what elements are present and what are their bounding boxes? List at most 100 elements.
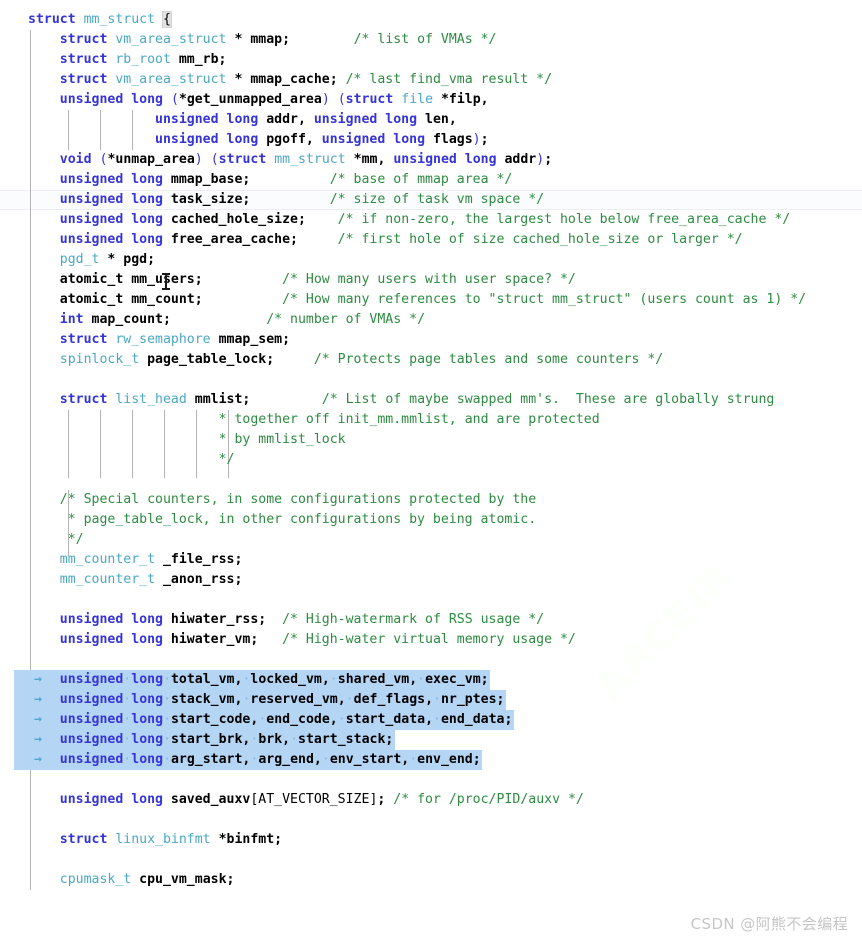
code-token-idb: task_size; bbox=[162, 192, 251, 207]
code-line[interactable]: atomic_t mm_users; /* How many users wit… bbox=[28, 270, 576, 290]
code-token-id bbox=[28, 612, 60, 627]
code-token-kw: void bbox=[59, 152, 92, 167]
code-token-id bbox=[28, 312, 60, 327]
code-line[interactable]: unsigned·long·start_code,·end_code,·star… bbox=[28, 710, 513, 730]
code-token-idb: start_code, bbox=[170, 712, 259, 727]
code-line[interactable]: mm_counter_t _anon_rss; bbox=[28, 570, 243, 590]
code-token-pun: ) bbox=[472, 132, 481, 147]
code-line[interactable]: struct list_head mmlist; /* List of mayb… bbox=[28, 390, 775, 410]
code-token-kw: struct bbox=[59, 832, 116, 847]
code-token-idb: cpu_vm_mask; bbox=[131, 872, 235, 887]
code-line[interactable]: struct rb_root mm_rb; bbox=[28, 50, 227, 70]
code-line[interactable]: */ bbox=[28, 450, 235, 470]
code-line[interactable]: struct mm_struct { bbox=[28, 10, 172, 30]
code-token-id bbox=[28, 392, 60, 407]
code-line[interactable]: atomic_t mm_count; /* How many reference… bbox=[28, 290, 806, 310]
code-line[interactable]: struct vm_area_struct * mmap_cache; /* l… bbox=[28, 70, 552, 90]
code-token-id bbox=[28, 632, 60, 647]
code-token-idb: flags bbox=[425, 132, 473, 147]
code-token-id bbox=[203, 152, 211, 167]
code-token-idb: map_count; bbox=[83, 312, 171, 327]
code-token-cmt: /* High-watermark of RSS usage */ bbox=[282, 612, 545, 627]
code-token-id bbox=[28, 332, 60, 347]
code-token-id bbox=[28, 752, 60, 767]
code-token-kw: struct bbox=[59, 332, 116, 347]
code-token-cmt: /* How many references to "struct mm_str… bbox=[282, 292, 807, 307]
code-token-pun: ) bbox=[321, 92, 330, 107]
code-line[interactable]: spinlock_t page_table_lock; /* Protects … bbox=[28, 350, 663, 370]
code-line[interactable]: pgd_t * pgd; bbox=[28, 250, 155, 270]
code-token-idb: len, bbox=[417, 112, 457, 127]
code-token-kw: long bbox=[131, 712, 164, 727]
code-line[interactable]: struct rw_semaphore mmap_sem; bbox=[28, 330, 290, 350]
code-token-kw: long bbox=[131, 672, 164, 687]
code-surface[interactable]: struct mm_struct { struct vm_area_struct… bbox=[0, 0, 862, 948]
code-token-ws: · bbox=[163, 752, 171, 767]
code-token-idb: arg_start, bbox=[170, 752, 251, 767]
code-token-id bbox=[163, 92, 171, 107]
code-line[interactable]: * page_table_lock, in other configuratio… bbox=[28, 510, 536, 530]
code-token-idb: reserved_vm, bbox=[250, 692, 346, 707]
code-token-kw: struct bbox=[59, 72, 116, 87]
code-token-kw: struct bbox=[218, 152, 275, 167]
code-token-id bbox=[28, 132, 155, 147]
code-token-idb: addr, bbox=[258, 112, 314, 127]
code-token-idb: _file_rss; bbox=[155, 552, 243, 567]
code-token-id bbox=[28, 832, 60, 847]
code-token-idb: nr_ptes; bbox=[440, 692, 505, 707]
code-line[interactable]: void (*unmap_area) (struct mm_struct *mm… bbox=[28, 150, 552, 170]
code-line[interactable]: unsigned long free_area_cache; /* first … bbox=[28, 230, 743, 250]
code-token-typ: vm_area_struct bbox=[115, 32, 227, 47]
code-line[interactable]: unsigned long cached_hole_size; /* if no… bbox=[28, 210, 790, 230]
code-line[interactable]: unsigned long hiwater_vm; /* High-water … bbox=[28, 630, 576, 650]
code-token-id bbox=[28, 92, 60, 107]
code-token-id bbox=[274, 352, 314, 367]
code-line[interactable]: unsigned long hiwater_rss; /* High-water… bbox=[28, 610, 544, 630]
code-line[interactable]: unsigned long task_size; /* size of task… bbox=[28, 190, 544, 210]
code-token-kw: unsigned bbox=[59, 692, 124, 707]
code-token-idb: addr bbox=[496, 152, 537, 167]
code-token-cmt: /* High-water virtual memory usage */ bbox=[282, 632, 576, 647]
code-line[interactable]: unsigned·long·total_vm,·locked_vm,·share… bbox=[28, 670, 489, 690]
code-token-idb: locked_vm, bbox=[250, 672, 330, 687]
code-token-idb: page_table_lock; bbox=[139, 352, 275, 367]
code-token-ws: · bbox=[337, 712, 346, 727]
code-token-idb: ; bbox=[544, 152, 553, 167]
code-token-id bbox=[338, 72, 346, 87]
code-token-id bbox=[28, 792, 60, 807]
code-line[interactable]: int map_count; /* number of VMAs */ bbox=[28, 310, 425, 330]
code-token-cmt: /* if non-zero, the largest hole below f… bbox=[337, 212, 791, 227]
code-token-idb: mmlist; bbox=[186, 392, 251, 407]
code-token-typ: pgd_t bbox=[59, 252, 100, 267]
code-token-typ: rw_semaphore bbox=[115, 332, 211, 347]
code-token-id bbox=[28, 272, 60, 287]
code-token-idb: exec_vm; bbox=[425, 672, 489, 687]
code-line[interactable]: unsigned long (*get_unmapped_area) (stru… bbox=[28, 90, 489, 110]
code-line[interactable]: /* Special counters, in some configurati… bbox=[28, 490, 536, 510]
code-line[interactable]: unsigned long saved_auxv[AT_VECTOR_SIZE]… bbox=[28, 790, 584, 810]
code-token-typ: spinlock_t bbox=[59, 352, 140, 367]
code-line[interactable]: */ bbox=[28, 530, 84, 550]
code-line[interactable]: * by mmlist_lock bbox=[28, 430, 346, 450]
code-token-ws: · bbox=[321, 752, 330, 767]
code-token-cmt: /* List of maybe swapped mm's. These are… bbox=[321, 392, 775, 407]
code-token-pun: ( bbox=[337, 92, 346, 107]
code-line[interactable]: * together off init_mm.mmlist, and are p… bbox=[28, 410, 600, 430]
code-token-id bbox=[28, 112, 155, 127]
code-token-cmt: /* How many users with user space? */ bbox=[282, 272, 576, 287]
code-line[interactable]: unsigned·long·start_brk,·brk,·start_stac… bbox=[28, 730, 394, 750]
code-editor[interactable]: ARCEIR struct mm_struct { struct vm_area… bbox=[0, 0, 862, 948]
code-line[interactable]: unsigned long addr, unsigned long len, bbox=[28, 110, 457, 130]
code-token-idb: def_flags, bbox=[353, 692, 434, 707]
code-token-cmt: * together off init_mm.mmlist, and are p… bbox=[218, 412, 600, 427]
code-token-idb: start_stack; bbox=[298, 732, 394, 747]
code-line[interactable]: unsigned long pgoff, unsigned long flags… bbox=[28, 130, 489, 150]
code-line[interactable]: struct vm_area_struct * mmap; /* list of… bbox=[28, 30, 497, 50]
code-line[interactable]: cpumask_t cpu_vm_mask; bbox=[28, 870, 235, 890]
code-line[interactable]: unsigned·long·arg_start,·arg_end,·env_st… bbox=[28, 750, 481, 770]
code-line[interactable]: unsigned long mmap_base; /* base of mmap… bbox=[28, 170, 513, 190]
code-line[interactable]: unsigned·long·stack_vm,·reserved_vm,·def… bbox=[28, 690, 505, 710]
code-line[interactable]: struct linux_binfmt *binfmt; bbox=[28, 830, 282, 850]
code-token-idb: *mm, bbox=[345, 152, 394, 167]
code-line[interactable]: mm_counter_t _file_rss; bbox=[28, 550, 243, 570]
